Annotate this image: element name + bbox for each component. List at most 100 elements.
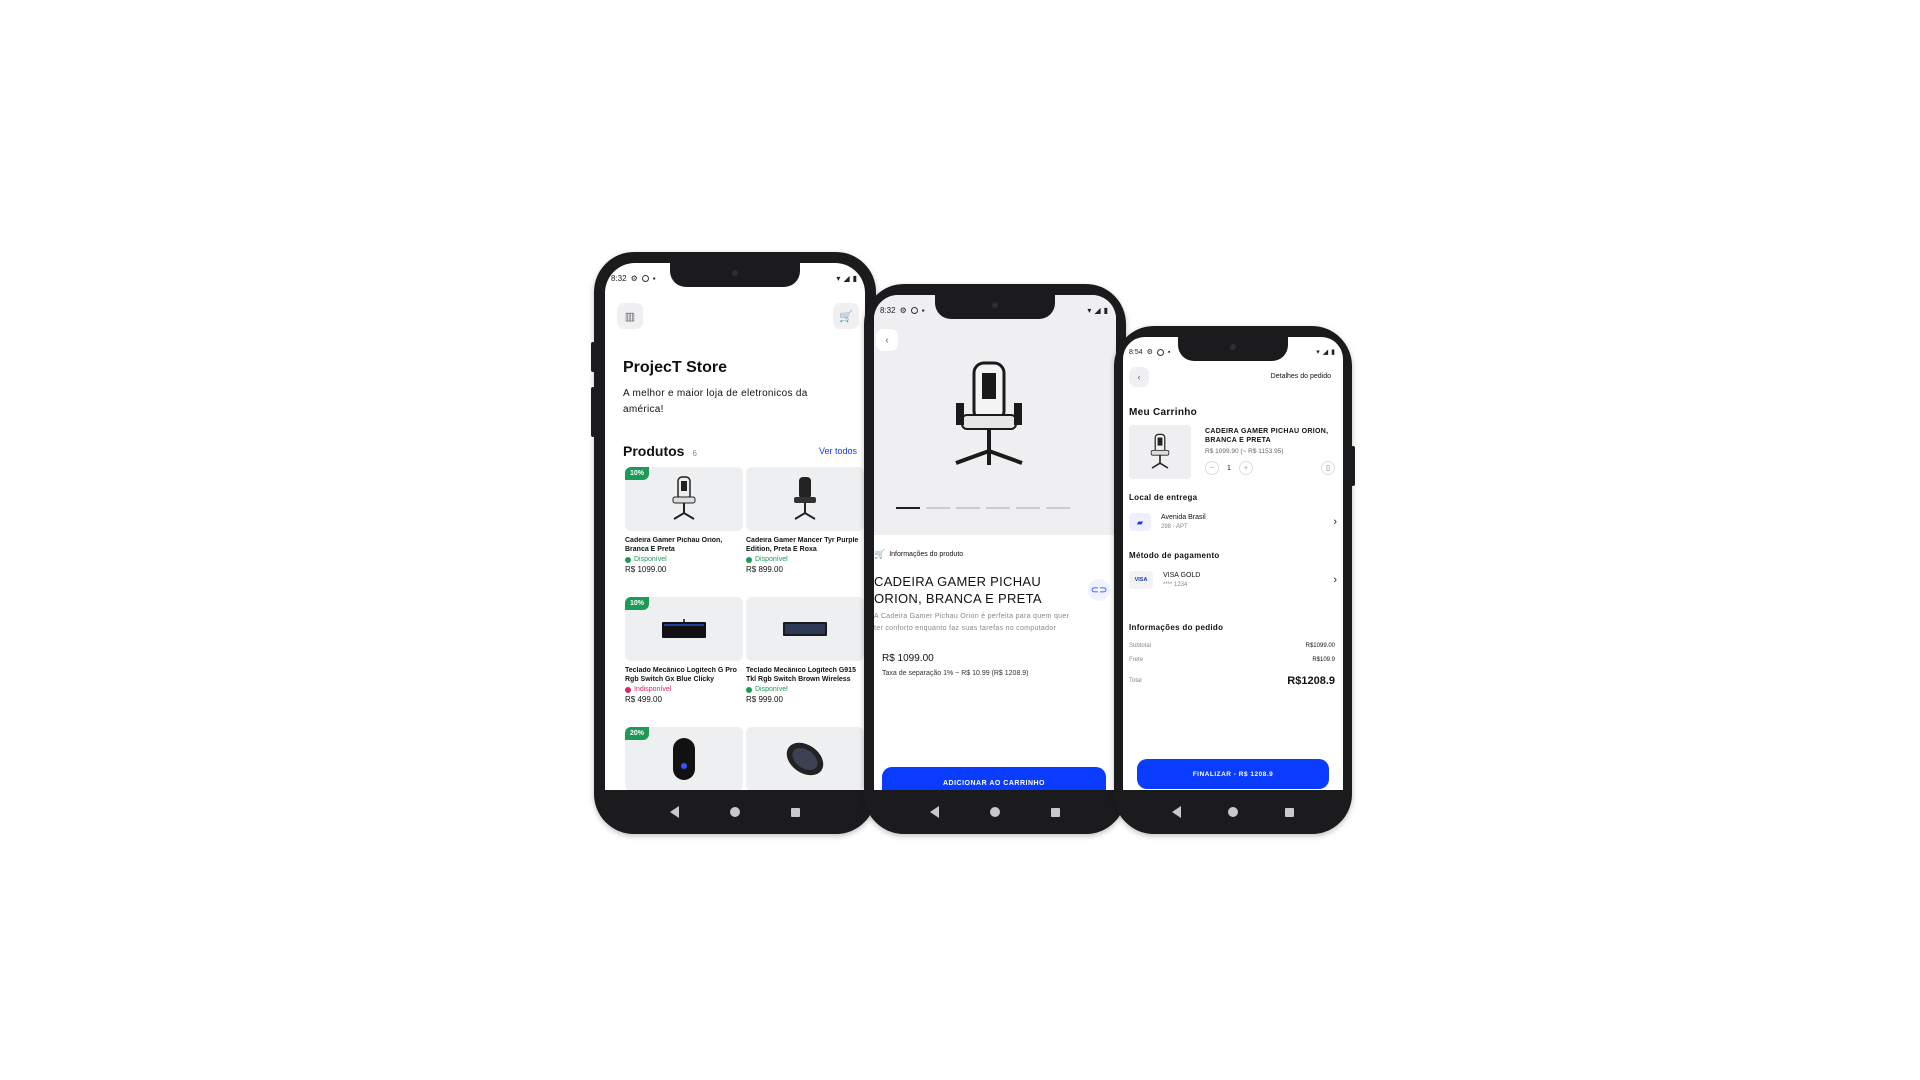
- card-number: **** 1234: [1163, 582, 1188, 588]
- phone-product-detail: 8:32 ⚙ ▪ ▾ ◢ ▮ ‹ 🛒 Informações do produt…: [864, 284, 1126, 834]
- product-name: Cadeira Gamer Pichau Orion, Branca E Pre…: [625, 537, 723, 553]
- phone-store-home: 8:32 ⚙ ▪ ▾ ◢ ▮ ▥ 🛒 ProjecT Store A melhor e …: [591, 252, 876, 834]
- section-title: Produtos: [623, 443, 685, 459]
- product-card[interactable]: 20%: [625, 727, 743, 790]
- product-image: [746, 727, 864, 790]
- product-price: R$ 1099.00: [625, 565, 667, 574]
- increment-button[interactable]: +: [1238, 461, 1253, 475]
- product-price: R$ 499.00: [625, 695, 662, 704]
- mouse-icon: [786, 742, 824, 776]
- recent-nav-icon[interactable]: [1285, 807, 1295, 817]
- back-nav-icon[interactable]: [1171, 806, 1181, 818]
- payment-method-row[interactable]: VISA VISA GOLD **** 1234 ›: [1129, 567, 1337, 593]
- product-name: Teclado Mecânico Logitech G915 Tkl Rgb S…: [746, 667, 856, 683]
- keyboard-icon: [662, 619, 706, 638]
- shipping-row: Frete R$109.9: [1129, 657, 1335, 663]
- product-price: R$ 1099.00: [882, 653, 934, 664]
- total-row: Total R$1208.9: [1129, 675, 1335, 687]
- android-nav-bar: [594, 790, 876, 834]
- home-nav-icon[interactable]: [1227, 807, 1238, 817]
- section-count: 6: [692, 449, 697, 458]
- mouse-icon: [673, 738, 695, 780]
- product-card[interactable]: Teclado Mecânico Logitech G915 Tkl Rgb S…: [746, 597, 864, 704]
- chevron-right-icon: ›: [1333, 516, 1337, 528]
- delivery-address-row[interactable]: ▰ Avenida Brasil 298 - APT ›: [1129, 509, 1337, 535]
- android-nav-bar: [1114, 790, 1352, 834]
- home-nav-icon[interactable]: [989, 807, 1000, 817]
- product-name: Teclado Mecânico Logitech G Pro Rgb Swit…: [625, 667, 737, 683]
- product-image: 10%: [625, 467, 743, 531]
- card-name: VISA GOLD: [1163, 572, 1201, 579]
- share-link-button[interactable]: ⊂⊃: [1088, 579, 1110, 601]
- discount-badge: 20%: [625, 727, 650, 740]
- section-header: Produtos 6: [623, 443, 697, 459]
- chair-black-icon: [794, 477, 816, 520]
- recent-nav-icon[interactable]: [791, 807, 801, 817]
- chevron-right-icon: ›: [1333, 574, 1337, 586]
- decrement-button[interactable]: −: [1205, 461, 1219, 475]
- quantity-stepper[interactable]: − 1 +: [1205, 461, 1253, 475]
- chair-white-icon: [955, 361, 1023, 465]
- cart-title: Meu Carrinho: [1129, 407, 1198, 418]
- product-price: R$ 999.00: [746, 695, 783, 704]
- cart-icon[interactable]: 🛒: [833, 303, 859, 329]
- status-time: 8:54: [1129, 348, 1143, 356]
- screen: 8:32 ⚙ ▪ ▾ ◢ ▮ ‹ 🛒 Informações do produt…: [874, 295, 1116, 790]
- keyboard-icon: [783, 622, 827, 636]
- product-price: R$ 899.00: [746, 565, 783, 574]
- trash-icon[interactable]: ▯: [1321, 461, 1335, 475]
- status-time: 8:32: [611, 273, 627, 283]
- product-hero: 8:32 ⚙ ▪ ▾ ◢ ▮ ‹: [874, 295, 1116, 535]
- finish-order-button[interactable]: FINALIZAR - R$ 1208.9: [1137, 759, 1329, 789]
- cart-item-image: [1129, 425, 1191, 479]
- discount-badge: 10%: [625, 467, 650, 480]
- back-button[interactable]: ‹: [1129, 367, 1149, 387]
- back-nav-icon[interactable]: [669, 806, 679, 818]
- page-title: ProjecT Store: [623, 359, 728, 376]
- truck-icon: ▰: [1129, 513, 1151, 531]
- product-info-label: 🛒 Informações do produto: [874, 549, 964, 559]
- product-title: CADEIRA GAMER PICHAU ORION, BRANCA E PRE…: [874, 574, 1042, 606]
- product-name: Cadeira Gamer Mancer Tyr Purple Edition,…: [746, 537, 859, 553]
- product-card[interactable]: 10% Cadeira Gamer Pichau Orion, Branca E…: [625, 467, 743, 574]
- home-nav-icon[interactable]: [729, 807, 740, 817]
- product-image: 10%: [625, 597, 743, 661]
- order-details-link[interactable]: Detalhes do pedido: [1271, 373, 1331, 380]
- cart-icon: 🛒: [874, 549, 886, 559]
- product-description: A Cadeira Gamer Pichau Orion é perfeita …: [874, 613, 1070, 632]
- page-subtitle: A melhor e maior loja de eletronicos da …: [623, 388, 808, 415]
- back-nav-icon[interactable]: [929, 806, 939, 818]
- product-card[interactable]: 10% Teclado Mecânico Logitech G Pro Rgb …: [625, 597, 743, 704]
- subtotal-label: Subtotal: [1129, 643, 1152, 649]
- availability: Indisponível: [625, 686, 743, 693]
- product-card[interactable]: [746, 727, 864, 790]
- quantity-value: 1: [1227, 464, 1231, 472]
- screen: 8:32 ⚙ ▪ ▾ ◢ ▮ ▥ 🛒 ProjecT Store A melhor e …: [605, 263, 865, 790]
- availability: Disponível: [746, 556, 864, 563]
- phone-cart: 8:54 ⚙ ▪ ▾ ◢ ▮ ‹ Detalhes do pedido Meu Carr…: [1114, 326, 1355, 834]
- chair-white-icon: [672, 476, 696, 520]
- product-image: [746, 467, 864, 531]
- see-all-link[interactable]: Ver todos: [819, 446, 857, 456]
- chair-white-icon: [1150, 433, 1170, 469]
- screen: 8:54 ⚙ ▪ ▾ ◢ ▮ ‹ Detalhes do pedido Meu Carr…: [1123, 337, 1343, 790]
- recent-nav-icon[interactable]: [1051, 807, 1061, 817]
- total-value: R$1208.9: [1287, 675, 1335, 687]
- subtotal-row: Subtotal R$1099.00: [1129, 643, 1335, 649]
- product-card[interactable]: Cadeira Gamer Mancer Tyr Purple Edition,…: [746, 467, 864, 574]
- visa-icon: VISA: [1129, 571, 1153, 589]
- back-button[interactable]: ‹: [876, 329, 898, 351]
- address-line1: Avenida Brasil: [1161, 514, 1206, 521]
- total-label: Total: [1129, 678, 1142, 684]
- product-image: 20%: [625, 727, 743, 790]
- order-info-title: Informações do pedido: [1129, 623, 1224, 632]
- shipping-value: R$109.9: [1312, 657, 1335, 663]
- discount-badge: 10%: [625, 597, 650, 610]
- carousel-indicator: [896, 507, 1070, 509]
- delivery-title: Local de entrega: [1129, 493, 1198, 502]
- availability: Disponível: [625, 556, 743, 563]
- product-image: [746, 597, 864, 661]
- add-to-cart-button[interactable]: ADICIONAR AO CARRINHO: [882, 767, 1106, 790]
- cart-item-name: CADEIRA GAMER PICHAU ORION, BRANCA E PRE…: [1205, 428, 1329, 444]
- store-icon[interactable]: ▥: [617, 303, 643, 329]
